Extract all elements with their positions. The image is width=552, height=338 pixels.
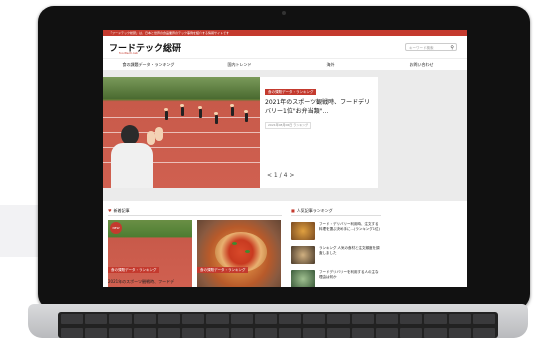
webcam <box>282 11 286 15</box>
ranking-item[interactable]: フードデリバリーを利用する人の主な理由は何か <box>291 270 381 287</box>
section-divider <box>291 215 381 216</box>
spectator-body <box>111 143 153 188</box>
hero-card[interactable]: 食の課題データ・ランキング 2021年のスポーツ観戦時、フードデリバリー1位"お… <box>260 77 378 188</box>
ranking-thumbnail <box>291 222 315 240</box>
stadium-stands <box>103 77 260 99</box>
runner-figure <box>180 104 184 116</box>
spectator-head <box>121 125 139 145</box>
spectator-hand <box>147 131 155 145</box>
laptop-base <box>28 304 528 338</box>
ranking-thumbnail <box>291 270 315 287</box>
section-divider <box>108 215 282 216</box>
search-icon[interactable]: ⚲ <box>450 44 454 52</box>
hero-slider: 食の課題データ・ランキング 2021年のスポーツ観戦時、フードデリバリー1位"お… <box>103 70 467 201</box>
hero-title[interactable]: 2021年のスポーツ観戦時、フードデリバリー1位"お弁当類"… <box>265 98 375 116</box>
runner-figure <box>164 108 168 120</box>
ranking-text[interactable]: フードデリバリーを利用する人の主な理由は何か <box>319 270 381 280</box>
article-title[interactable]: 2021年のスポーツ観戦時、フードデ <box>108 279 192 285</box>
runner-figure <box>214 112 218 124</box>
article-card[interactable]: 食の課題データ・ランキング <box>197 220 281 287</box>
basil-leaf <box>245 250 250 253</box>
search-placeholder: キーワード検索 <box>409 46 434 50</box>
ranking-item[interactable]: フード・デリバリー利用時、注文する料理を選ぶ決め手に…(ランキング1位) <box>291 222 381 244</box>
keyboard-row <box>58 326 498 338</box>
site-header: フードテック総研 foodtech-lab キーワード検索 ⚲ <box>103 36 467 58</box>
spectator-figure <box>111 125 163 188</box>
ranking-item[interactable]: ランキング 人気の食材と注文頻度を調査しました <box>291 246 381 268</box>
ranking-thumbnail <box>291 246 315 264</box>
ranking-text[interactable]: ランキング 人気の食材と注文頻度を調査しました <box>319 246 381 256</box>
new-articles-heading: ♥ 新着記事 <box>108 208 130 214</box>
runner-figure <box>230 104 234 116</box>
spectator-hand <box>155 127 163 141</box>
heart-icon: ♥ <box>108 208 112 213</box>
article-tag[interactable]: 食の課題データ・ランキング <box>108 267 160 273</box>
laptop-screen: 「フードテック総研」は、日本と世界の食品業界のテック事例を紹介する情報サイトです… <box>103 30 467 287</box>
hero-image[interactable] <box>103 77 260 188</box>
keyboard-row <box>58 312 498 326</box>
track-lane-line <box>103 117 260 118</box>
square-icon: ■ <box>291 208 295 213</box>
search-input[interactable]: キーワード検索 ⚲ <box>405 43 457 51</box>
ranking-heading: ■ 人気記事ランキング <box>291 208 333 214</box>
runner-figure <box>198 106 202 118</box>
new-badge: NEW <box>110 222 122 234</box>
basil-leaf <box>232 242 237 245</box>
ranking-label: 人気記事ランキング <box>296 208 333 213</box>
site-logo-sub: foodtech-lab <box>119 51 138 55</box>
new-articles-label: 新着記事 <box>113 208 130 213</box>
slider-pager[interactable]: < 1 / 4 > <box>267 172 294 179</box>
hero-category-badge[interactable]: 食の課題データ・ランキング <box>265 89 317 95</box>
runner-figure <box>244 110 248 122</box>
article-card[interactable]: NEW 食の課題データ・ランキング 2021年のスポーツ観戦時、フードデ <box>108 220 192 287</box>
keyboard <box>58 312 498 338</box>
article-tag[interactable]: 食の課題データ・ランキング <box>197 267 249 273</box>
pizza-image <box>215 232 267 272</box>
hero-meta: 2021年08月06日 ランキング <box>265 122 312 129</box>
ranking-text[interactable]: フード・デリバリー利用時、注文する料理を選ぶ決め手に…(ランキング1位) <box>319 222 381 232</box>
